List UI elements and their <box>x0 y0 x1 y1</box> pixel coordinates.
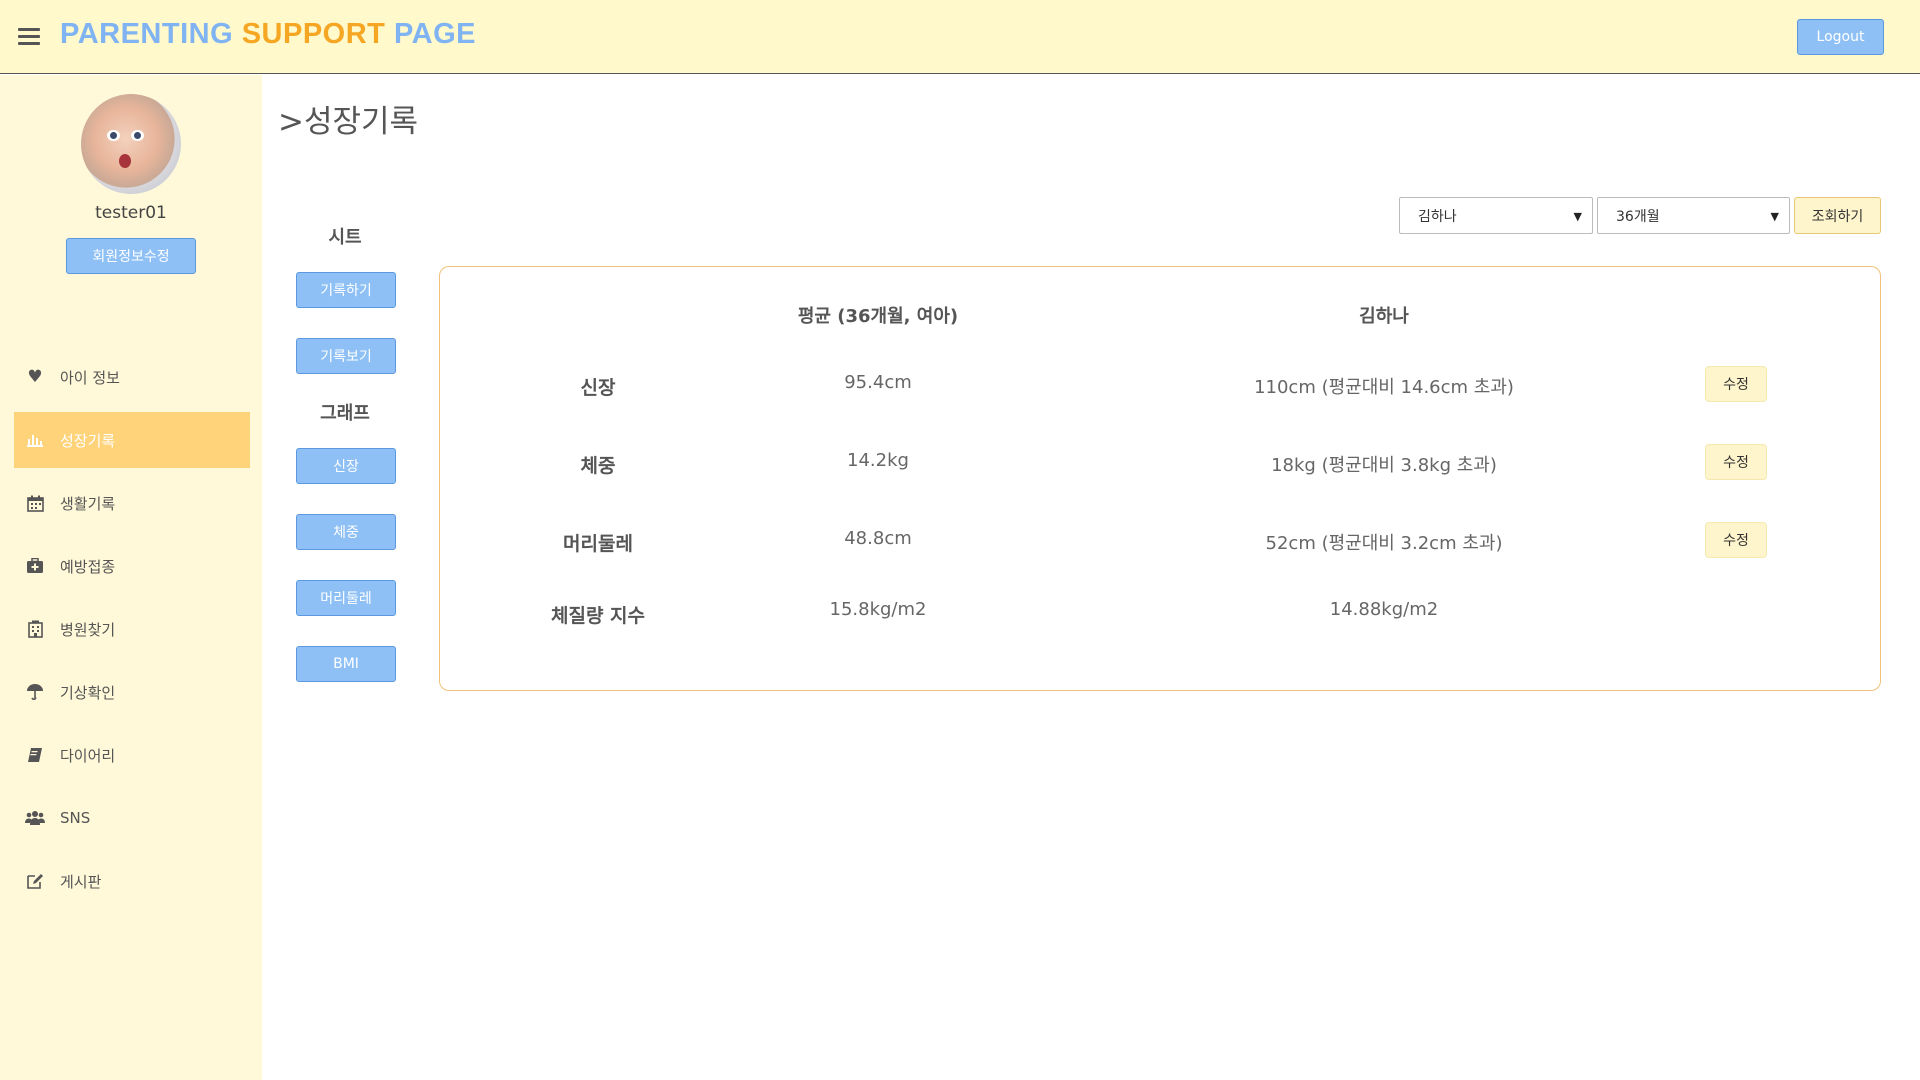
users-icon <box>24 807 46 829</box>
logout-button[interactable]: Logout <box>1797 19 1884 55</box>
bmi-average: 15.8kg/m2 <box>829 599 927 620</box>
child-select[interactable]: 김하나 ▼ <box>1399 197 1593 234</box>
hospital-icon <box>24 618 46 640</box>
row-label-head-circumference: 머리둘레 <box>563 533 633 555</box>
graph-weight-button[interactable]: 체중 <box>296 514 396 550</box>
height-child: 110cm (평균대비 14.6cm 초과) <box>1254 377 1514 398</box>
profile-edit-button[interactable]: 회원정보수정 <box>66 238 196 274</box>
search-button[interactable]: 조회하기 <box>1794 197 1881 234</box>
brand-title[interactable]: PARENTING SUPPORT PAGE <box>60 18 476 51</box>
weight-average: 14.2kg <box>847 450 909 471</box>
sidebar-item-label: 생활기록 <box>60 494 116 513</box>
top-bar: PARENTING SUPPORT PAGE Logout <box>0 0 1920 74</box>
graph-height-button[interactable]: 신장 <box>296 448 396 484</box>
avatar <box>81 94 181 194</box>
column-header-child: 김하나 <box>1359 306 1409 327</box>
sidebar-item-growth-record[interactable]: 성장기록 <box>14 412 250 468</box>
sidebar-item-weather[interactable]: 기상확인 <box>14 664 250 720</box>
sidebar-nav: ♥ 아이 정보 성장기록 생활기록 예방접종 병원찾기 기상확인 다이어리 SN… <box>14 349 250 916</box>
sidebar-item-sns[interactable]: SNS <box>14 790 250 846</box>
sidebar-item-daily-record[interactable]: 생활기록 <box>14 475 250 531</box>
column-header-average: 평균 (36개월, 여아) <box>797 306 959 327</box>
sidebar-item-label: 병원찾기 <box>60 620 116 639</box>
edit-icon <box>24 870 46 892</box>
heart-icon: ♥ <box>27 367 43 387</box>
sidebar-item-label: 성장기록 <box>60 431 116 450</box>
growth-table: 평균 (36개월, 여아) 김하나 신장 95.4cm 110cm (평균대비 … <box>439 266 1881 691</box>
child-select-value: 김하나 <box>1418 208 1457 225</box>
sidebar-item-label: 기상확인 <box>60 683 116 702</box>
sidebar-item-label: 아이 정보 <box>60 368 120 387</box>
edit-weight-button[interactable]: 수정 <box>1705 444 1767 480</box>
umbrella-icon <box>24 681 46 703</box>
sidebar-item-label: 예방접종 <box>60 557 116 576</box>
avatar-eye-right <box>131 130 144 141</box>
brand-part-3: PAGE <box>393 18 476 50</box>
brand-part-2: SUPPORT <box>241 18 386 50</box>
avatar-mouth <box>119 154 131 168</box>
username: tester01 <box>95 203 167 223</box>
sidebar-item-diary[interactable]: 다이어리 <box>14 727 250 783</box>
sidebar-item-board[interactable]: 게시판 <box>14 853 250 909</box>
edit-head-circumference-button[interactable]: 수정 <box>1705 522 1767 558</box>
caret-down-icon: ▼ <box>1770 210 1779 223</box>
weight-child: 18kg (평균대비 3.8kg 초과) <box>1271 455 1497 476</box>
row-label-bmi: 체질량 지수 <box>550 605 645 627</box>
record-view-button[interactable]: 기록보기 <box>296 338 396 374</box>
head-circumference-child: 52cm (평균대비 3.2cm 초과) <box>1265 533 1503 554</box>
graph-bmi-button[interactable]: BMI <box>296 646 396 682</box>
graph-label: 그래프 <box>320 403 370 424</box>
graph-head-circumference-button[interactable]: 머리둘레 <box>296 580 396 616</box>
month-select[interactable]: 36개월 ▼ <box>1597 197 1790 234</box>
bmi-child: 14.88kg/m2 <box>1329 599 1439 620</box>
sidebar: tester01 회원정보수정 ♥ 아이 정보 성장기록 생활기록 예방접종 병… <box>0 75 262 1080</box>
height-average: 95.4cm <box>844 372 912 393</box>
page-title: >성장기록 <box>278 104 419 140</box>
sheet-label: 시트 <box>328 227 362 248</box>
menu-icon[interactable] <box>18 28 40 45</box>
record-write-button[interactable]: 기록하기 <box>296 272 396 308</box>
sidebar-item-label: SNS <box>60 809 91 827</box>
row-label-weight: 체중 <box>580 455 616 477</box>
head-circumference-average: 48.8cm <box>844 528 912 549</box>
sidebar-item-label: 게시판 <box>60 872 102 891</box>
sidebar-item-hospital-search[interactable]: 병원찾기 <box>14 601 250 657</box>
brand-part-1: PARENTING <box>60 18 234 50</box>
medkit-icon <box>24 555 46 577</box>
sidebar-item-child-info[interactable]: ♥ 아이 정보 <box>14 349 250 405</box>
bar-chart-icon <box>24 429 46 451</box>
sidebar-item-vaccination[interactable]: 예방접종 <box>14 538 250 594</box>
month-select-value: 36개월 <box>1616 208 1660 225</box>
avatar-eye-left <box>107 130 120 141</box>
sidebar-item-label: 다이어리 <box>60 746 116 765</box>
book-icon <box>24 744 46 766</box>
caret-down-icon: ▼ <box>1573 210 1582 223</box>
edit-height-button[interactable]: 수정 <box>1705 366 1767 402</box>
row-label-height: 신장 <box>580 377 616 399</box>
calendar-icon <box>24 492 46 514</box>
